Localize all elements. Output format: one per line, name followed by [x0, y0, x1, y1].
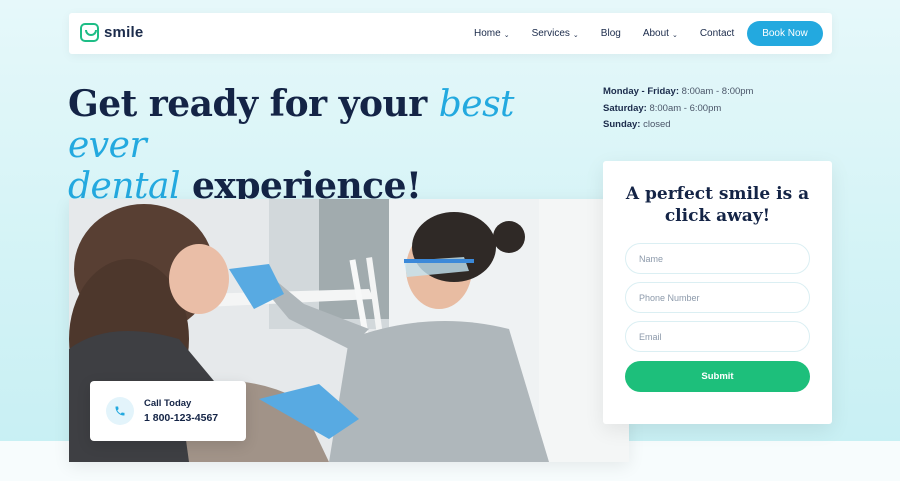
nav-menu: Home ⌄ Services ⌄ Blog About ⌄ Contact: [474, 13, 756, 54]
name-input[interactable]: [625, 243, 810, 274]
phone-number[interactable]: 1 800-123-4567: [144, 412, 218, 424]
hours-time: closed: [643, 119, 671, 130]
nav-item-home[interactable]: Home ⌄: [474, 28, 510, 39]
hours-day: Saturday:: [603, 102, 647, 114]
logo-text: smile: [104, 24, 144, 41]
call-label: Call Today: [144, 398, 192, 409]
hours-row-sunday: Sunday: closed: [603, 117, 753, 134]
chevron-down-icon: ⌄: [503, 31, 510, 39]
hours-row-weekdays: Monday - Friday: 8:00am - 8:00pm: [603, 84, 753, 101]
navbar: smile Home ⌄ Services ⌄ Blog About ⌄ Con…: [69, 13, 832, 54]
hero-headline: Get ready for your best ever dental exper…: [68, 84, 588, 207]
book-now-button[interactable]: Book Now: [747, 21, 823, 46]
hours-day: Sunday:: [603, 119, 641, 130]
call-today-card[interactable]: Call Today 1 800-123-4567: [90, 381, 246, 441]
email-input[interactable]: [625, 321, 810, 352]
chevron-down-icon: ⌄: [572, 31, 579, 39]
hours-row-saturday: Saturday: 8:00am - 6:00pm: [603, 101, 753, 118]
nav-item-services[interactable]: Services ⌄: [532, 28, 579, 39]
hours-time: 8:00am - 8:00pm: [681, 86, 754, 97]
nav-item-label: About: [642, 28, 669, 39]
nav-item-blog[interactable]: Blog: [601, 28, 621, 39]
hours-day: Monday - Friday:: [603, 86, 680, 97]
nav-item-label: Home: [474, 28, 501, 39]
chevron-down-icon: ⌄: [671, 31, 678, 39]
form-title: A perfect smile is a click away!: [625, 184, 810, 226]
booking-form: A perfect smile is a click away! Submit: [603, 161, 832, 424]
phone-number-input[interactable]: [625, 282, 810, 313]
nav-item-about[interactable]: About ⌄: [643, 28, 678, 39]
nav-item-label: Services: [531, 28, 570, 39]
smile-logo-icon: [80, 23, 99, 42]
hours-time: 8:00am - 6:00pm: [649, 102, 722, 114]
submit-button[interactable]: Submit: [625, 361, 810, 392]
nav-item-contact[interactable]: Contact: [700, 28, 734, 39]
nav-item-label: Contact: [699, 28, 735, 39]
logo[interactable]: smile: [80, 23, 143, 42]
nav-item-label: Blog: [600, 28, 621, 39]
phone-icon: [106, 397, 134, 425]
opening-hours: Monday - Friday: 8:00am - 8:00pm Saturda…: [603, 84, 753, 134]
headline-text-1: Get ready for your: [68, 83, 439, 125]
